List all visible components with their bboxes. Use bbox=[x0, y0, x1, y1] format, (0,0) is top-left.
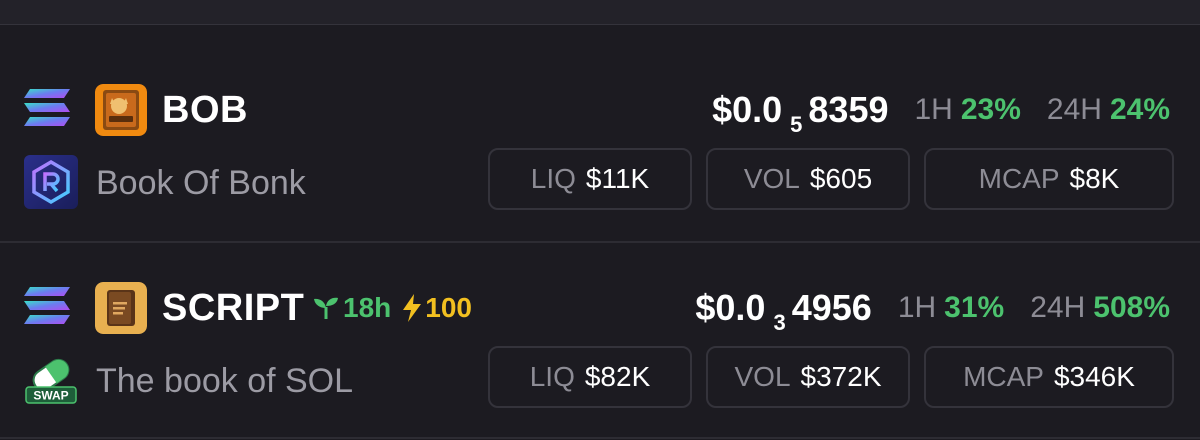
change-1h-label: 1H bbox=[897, 291, 937, 324]
age-tag: 18h bbox=[313, 282, 391, 334]
price: $0.0 5 8359 bbox=[712, 89, 889, 137]
price-line: $0.0 5 8359 1H 23% 24H 24% bbox=[712, 84, 1170, 137]
liquidity-value: $11K bbox=[585, 163, 650, 194]
token-row-bob[interactable]: BOB Book Of Bonk $0.0 5 8359 1H 23% 24H … bbox=[0, 70, 1200, 240]
boost-value: 100 bbox=[425, 292, 472, 323]
stats-row: LIQ $82K VOL $372K MCAP $346K bbox=[488, 346, 1174, 410]
change-1h-label: 1H bbox=[914, 93, 953, 126]
token-symbol: SCRIPT bbox=[162, 287, 305, 329]
change-24h-value: 24% bbox=[1109, 93, 1170, 126]
change-1h: 1H 23% bbox=[915, 93, 1021, 127]
token-name: The book of SOL bbox=[96, 362, 354, 400]
sprout-icon bbox=[314, 297, 338, 319]
liquidity-label: LIQ bbox=[529, 361, 575, 392]
price-zero-count: 5 bbox=[790, 112, 803, 137]
token-row-script[interactable]: SCRIPT 18h 100 SWAP The book of SOL $0.0 bbox=[0, 268, 1200, 438]
volume-stat: VOL $372K bbox=[706, 346, 910, 408]
volume-label: VOL bbox=[734, 361, 791, 392]
liquidity-stat: LIQ $82K bbox=[488, 346, 692, 408]
solana-icon bbox=[24, 287, 70, 324]
price-prefix: $0.0 bbox=[712, 89, 783, 130]
price-prefix: $0.0 bbox=[695, 287, 766, 328]
token-name: Book Of Bonk bbox=[96, 164, 306, 202]
raydium-icon bbox=[24, 155, 78, 209]
liquidity-value: $82K bbox=[584, 361, 651, 392]
change-1h-value: 31% bbox=[944, 291, 1005, 324]
market-cap-label: MCAP bbox=[978, 163, 1060, 194]
change-24h: 24H 508% bbox=[1030, 291, 1170, 325]
svg-text:SWAP: SWAP bbox=[33, 389, 68, 403]
row-divider bbox=[0, 241, 1200, 243]
volume-value: $372K bbox=[800, 361, 882, 392]
price-zero-count: 3 bbox=[773, 310, 786, 335]
swap-pill-icon: SWAP bbox=[25, 358, 77, 404]
volume-stat: VOL $605 bbox=[706, 148, 910, 210]
age-value: 18h bbox=[343, 292, 392, 323]
change-24h-label: 24H bbox=[1046, 93, 1102, 126]
script-book-logo-icon bbox=[95, 282, 147, 334]
change-24h-value: 508% bbox=[1093, 291, 1170, 324]
volume-value: $605 bbox=[809, 163, 873, 194]
solana-icon bbox=[24, 89, 70, 126]
price-digits: 4956 bbox=[791, 287, 872, 328]
market-cap-value: $346K bbox=[1053, 361, 1135, 392]
token-tags: 18h 100 bbox=[313, 282, 472, 334]
price-digits: 8359 bbox=[808, 89, 889, 130]
book-of-bonk-logo-icon bbox=[95, 84, 147, 136]
market-cap-value: $8K bbox=[1069, 163, 1120, 194]
market-cap-label: MCAP bbox=[963, 361, 1044, 392]
liquidity-stat: LIQ $11K bbox=[488, 148, 692, 210]
change-1h: 1H 31% bbox=[898, 291, 1004, 325]
change-1h-value: 23% bbox=[960, 93, 1021, 126]
row-divider bbox=[0, 437, 1200, 439]
price: $0.0 3 4956 bbox=[695, 287, 872, 335]
stats-row: LIQ $11K VOL $605 MCAP $8K bbox=[488, 148, 1174, 212]
market-cap-stat: MCAP $346K bbox=[924, 346, 1174, 408]
lightning-icon bbox=[403, 294, 422, 322]
market-cap-stat: MCAP $8K bbox=[924, 148, 1174, 210]
change-24h-label: 24H bbox=[1030, 291, 1086, 324]
boost-tag: 100 bbox=[401, 282, 472, 334]
change-24h: 24H 24% bbox=[1047, 93, 1170, 127]
top-bar bbox=[0, 0, 1200, 25]
volume-label: VOL bbox=[743, 163, 800, 194]
token-symbol: BOB bbox=[162, 89, 248, 131]
liquidity-label: LIQ bbox=[530, 163, 576, 194]
price-line: $0.0 3 4956 1H 31% 24H 508% bbox=[695, 282, 1170, 335]
